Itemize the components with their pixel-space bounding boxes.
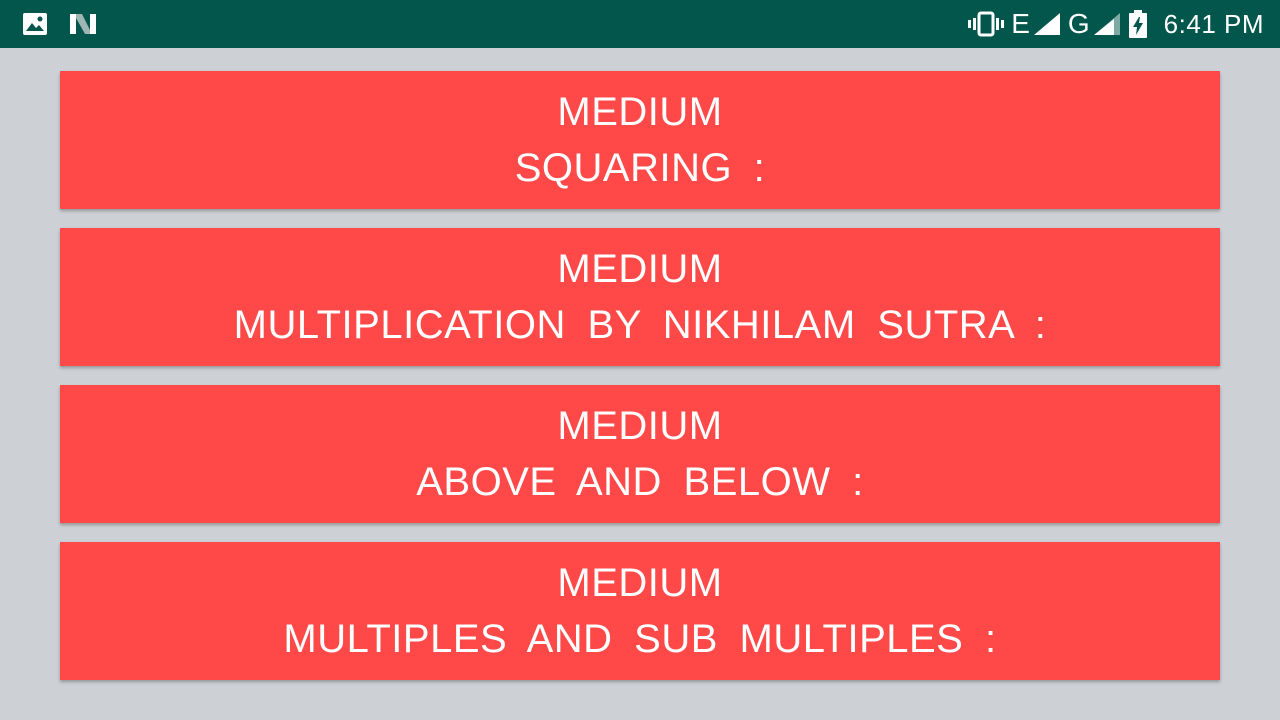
topic-card-multiples[interactable]: MEDIUM MULTIPLES AND SUB MULTIPLES : (60, 542, 1220, 680)
card-topic: SQUARING : (514, 146, 766, 190)
system-icons: E G 6:41 PM (967, 6, 1264, 42)
topic-card-above-and-below[interactable]: MEDIUM ABOVE AND BELOW : (60, 385, 1220, 523)
network-type-2: G (1067, 8, 1090, 39)
card-topic: MULTIPLICATION BY NIKHILAM SUTRA : (233, 303, 1047, 347)
vibrate-icon (967, 11, 1005, 37)
card-level: MEDIUM (557, 561, 723, 605)
signal-g-icon (1092, 11, 1122, 37)
signal-e-icon (1032, 11, 1062, 37)
card-level: MEDIUM (557, 247, 723, 291)
status-bar: E G 6:41 PM (0, 0, 1280, 48)
battery-charging-icon (1128, 9, 1148, 39)
n-notification-icon (68, 12, 98, 36)
image-notification-icon (22, 12, 48, 36)
clock: 6:41 PM (1163, 8, 1264, 39)
card-topic: ABOVE AND BELOW : (416, 460, 864, 504)
card-level: MEDIUM (557, 404, 723, 448)
network-type-1: E (1011, 8, 1030, 39)
topic-list: MEDIUM SQUARING : MEDIUM MULTIPLICATION … (60, 71, 1220, 699)
card-topic: MULTIPLES AND SUB MULTIPLES : (283, 617, 997, 661)
notification-area (22, 10, 118, 38)
card-level: MEDIUM (557, 90, 723, 134)
topic-card-nikhilam-sutra[interactable]: MEDIUM MULTIPLICATION BY NIKHILAM SUTRA … (60, 228, 1220, 366)
topic-card-squaring[interactable]: MEDIUM SQUARING : (60, 71, 1220, 209)
